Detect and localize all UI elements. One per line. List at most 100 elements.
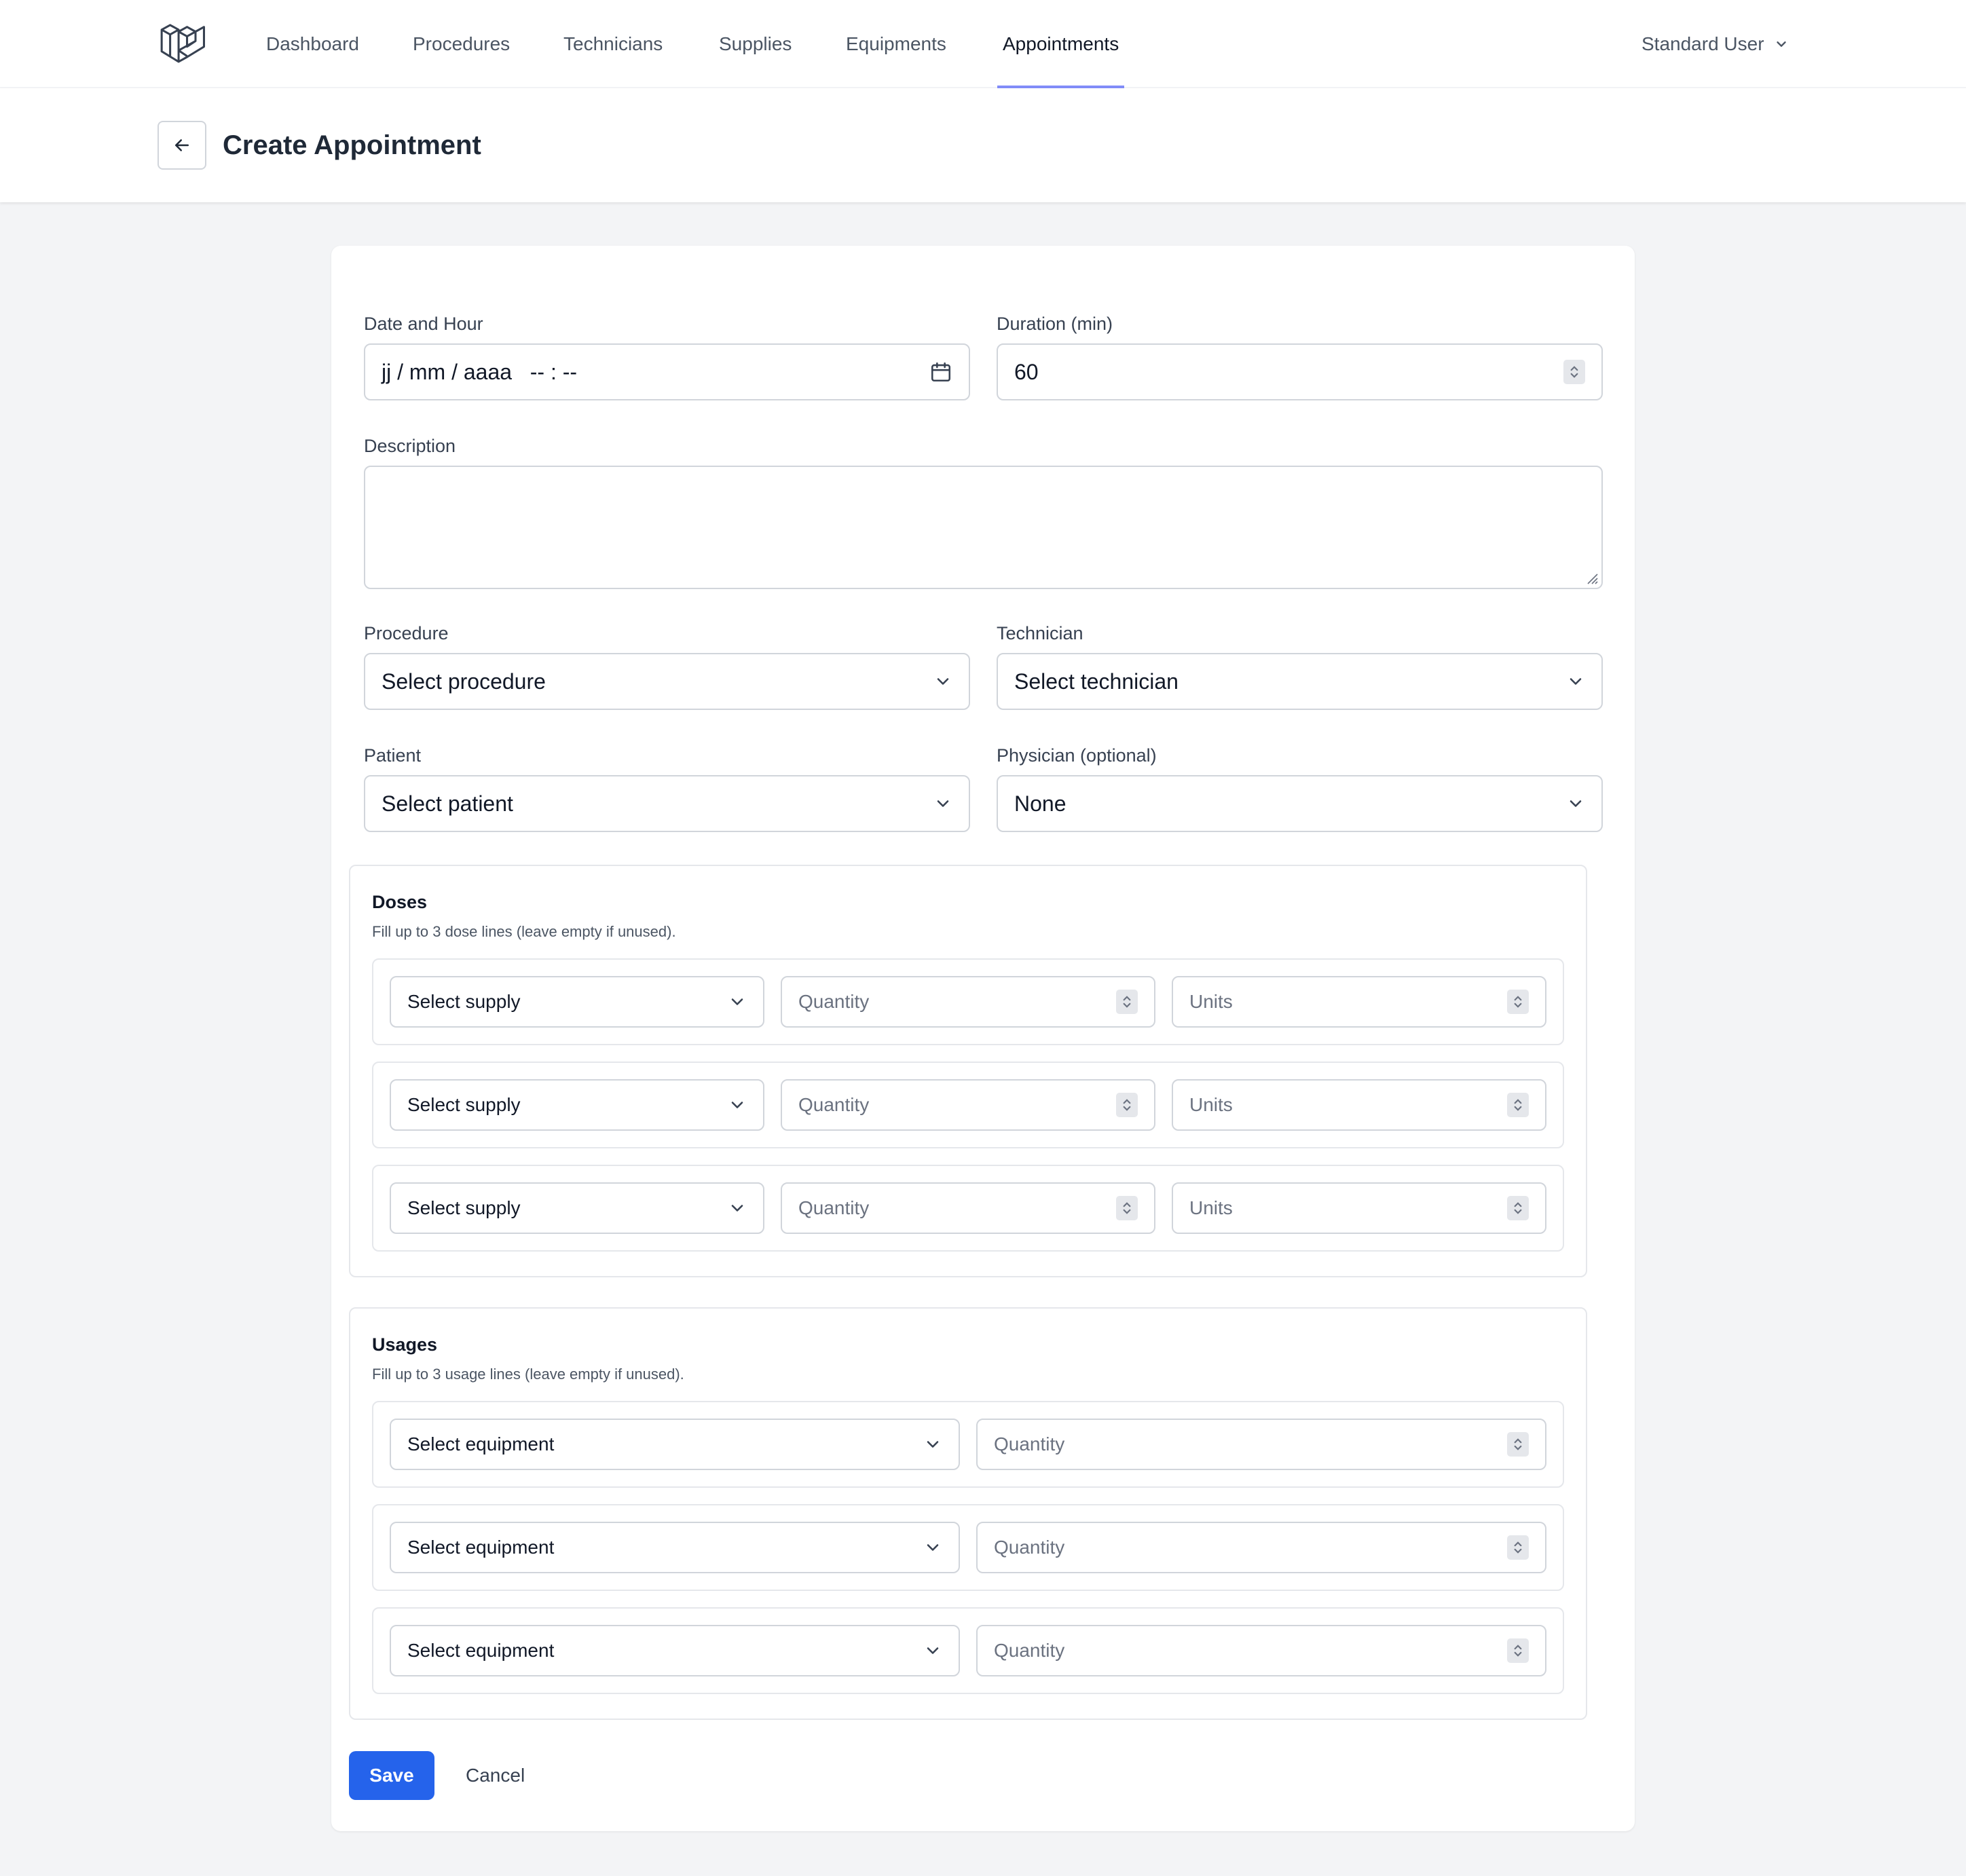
doses-title: Doses (372, 892, 428, 912)
page-header: Create Appointment (0, 88, 1966, 202)
nav-appointments[interactable]: Appointments (997, 0, 1125, 88)
usages-title: Usages (372, 1334, 438, 1355)
calendar-icon[interactable] (929, 360, 952, 383)
chevron-down-icon (731, 998, 743, 1005)
number-spinner-icon[interactable] (1507, 1638, 1529, 1663)
dose-row: Select supply Quantity Units (372, 958, 1564, 1045)
user-menu[interactable]: Standard User (1642, 0, 1789, 88)
laravel-logo-icon[interactable] (159, 20, 208, 69)
resize-grip-icon[interactable] (1582, 569, 1599, 585)
dose-quantity-placeholder: Quantity (798, 1094, 870, 1115)
dose-units-placeholder: Units (1189, 1197, 1233, 1218)
dose-row: Select supply Quantity Units (372, 1062, 1564, 1148)
physician-select[interactable]: None (997, 775, 1603, 832)
duration-input[interactable]: 60 (997, 343, 1603, 400)
nav-procedures[interactable]: Procedures (413, 0, 510, 88)
number-spinner-icon[interactable] (1116, 1093, 1138, 1117)
usage-quantity-placeholder: Quantity (994, 1433, 1065, 1455)
chevron-down-icon (1570, 678, 1582, 685)
procedure-value: Select procedure (382, 669, 546, 694)
number-spinner-icon[interactable] (1507, 1432, 1529, 1457)
usage-quantity-input[interactable]: Quantity (976, 1625, 1546, 1676)
patient-label: Patient (364, 745, 422, 766)
usages-hint: Fill up to 3 usage lines (leave empty if… (372, 1366, 684, 1383)
dose-units-placeholder: Units (1189, 1094, 1233, 1115)
equipment-value: Select equipment (407, 1640, 555, 1661)
patient-select[interactable]: Select patient (364, 775, 970, 832)
dose-row: Select supply Quantity Units (372, 1165, 1564, 1252)
usage-quantity-input[interactable]: Quantity (976, 1522, 1546, 1573)
supply-select[interactable]: Select supply (390, 1079, 764, 1131)
arrow-left-icon (175, 139, 189, 151)
equipment-select[interactable]: Select equipment (390, 1625, 960, 1676)
dose-quantity-input[interactable]: Quantity (781, 1182, 1155, 1234)
nav-technicians[interactable]: Technicians (563, 0, 663, 88)
dose-quantity-input[interactable]: Quantity (781, 1079, 1155, 1131)
dose-units-input[interactable]: Units (1172, 1182, 1546, 1234)
appointment-form-card: Date and Hour jj / mm / aaaa -- : -- Dur… (331, 246, 1635, 1831)
nav-supplies[interactable]: Supplies (719, 0, 792, 88)
usage-row: Select equipment Quantity (372, 1401, 1564, 1488)
dose-units-input[interactable]: Units (1172, 1079, 1546, 1131)
description-label: Description (364, 436, 456, 456)
chevron-down-icon (1570, 800, 1582, 807)
dose-quantity-placeholder: Quantity (798, 991, 870, 1012)
technician-select[interactable]: Select technician (997, 653, 1603, 710)
chevron-down-icon (937, 800, 949, 807)
date-label: Date and Hour (364, 314, 483, 334)
nav-equipments[interactable]: Equipments (846, 0, 946, 88)
usages-section: Usages Fill up to 3 usage lines (leave e… (349, 1307, 1587, 1720)
usage-quantity-input[interactable]: Quantity (976, 1419, 1546, 1470)
number-spinner-icon[interactable] (1116, 990, 1138, 1014)
chevron-down-icon (937, 678, 949, 685)
physician-value: None (1014, 791, 1067, 816)
doses-hint: Fill up to 3 dose lines (leave empty if … (372, 923, 676, 940)
chevron-down-icon (1776, 41, 1786, 47)
number-spinner-icon[interactable] (1507, 1093, 1529, 1117)
supply-select[interactable]: Select supply (390, 976, 764, 1028)
dose-quantity-placeholder: Quantity (798, 1197, 870, 1218)
dose-units-placeholder: Units (1189, 991, 1233, 1012)
number-spinner-icon[interactable] (1507, 990, 1529, 1014)
number-spinner-icon[interactable] (1116, 1196, 1138, 1220)
doses-section: Doses Fill up to 3 dose lines (leave emp… (349, 865, 1587, 1277)
supply-value: Select supply (407, 1094, 521, 1115)
description-textarea[interactable] (364, 466, 1603, 589)
technician-label: Technician (997, 623, 1083, 643)
usage-row: Select equipment Quantity (372, 1607, 1564, 1694)
usage-quantity-placeholder: Quantity (994, 1640, 1065, 1661)
chevron-down-icon (731, 1205, 743, 1212)
procedure-select[interactable]: Select procedure (364, 653, 970, 710)
chevron-down-icon (927, 1441, 939, 1448)
technician-value: Select technician (1014, 669, 1179, 694)
number-spinner-icon[interactable] (1507, 1196, 1529, 1220)
physician-label: Physician (optional) (997, 745, 1157, 766)
save-button[interactable]: Save (349, 1751, 434, 1800)
page-title: Create Appointment (223, 130, 481, 160)
dose-units-input[interactable]: Units (1172, 976, 1546, 1028)
number-spinner-icon[interactable] (1563, 360, 1585, 384)
user-name: Standard User (1642, 33, 1764, 54)
duration-value: 60 (1014, 359, 1039, 384)
date-time-value: jj / mm / aaaa -- : -- (382, 359, 578, 384)
equipment-value: Select equipment (407, 1433, 555, 1455)
cancel-link[interactable]: Cancel (466, 1751, 525, 1800)
back-button[interactable] (157, 121, 206, 170)
usage-quantity-placeholder: Quantity (994, 1537, 1065, 1558)
date-time-input[interactable]: jj / mm / aaaa -- : -- (364, 343, 970, 400)
number-spinner-icon[interactable] (1507, 1535, 1529, 1560)
procedure-label: Procedure (364, 623, 449, 643)
nav-dashboard[interactable]: Dashboard (266, 0, 359, 88)
dose-quantity-input[interactable]: Quantity (781, 976, 1155, 1028)
equipment-select[interactable]: Select equipment (390, 1522, 960, 1573)
chevron-down-icon (927, 1544, 939, 1551)
top-navigation: Dashboard Procedures Technicians Supplie… (0, 0, 1966, 88)
supply-select[interactable]: Select supply (390, 1182, 764, 1234)
equipment-select[interactable]: Select equipment (390, 1419, 960, 1470)
duration-label: Duration (min) (997, 314, 1113, 334)
usage-row: Select equipment Quantity (372, 1504, 1564, 1591)
patient-value: Select patient (382, 791, 513, 816)
equipment-value: Select equipment (407, 1537, 555, 1558)
chevron-down-icon (927, 1647, 939, 1654)
supply-value: Select supply (407, 1197, 521, 1218)
